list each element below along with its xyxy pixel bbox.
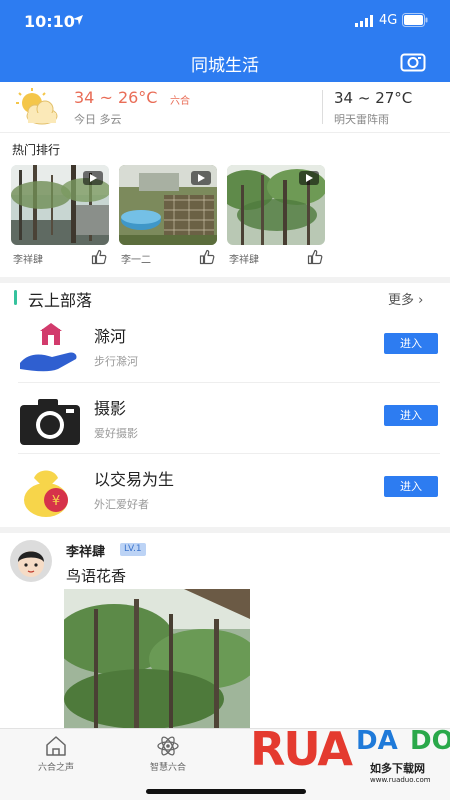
tribe-subtitle: 步行滁河 — [94, 355, 138, 368]
page-title: 同城生活 — [191, 56, 259, 76]
atom-icon — [157, 736, 179, 756]
watermark-url: www.ruaduo.com — [370, 776, 431, 784]
tab-label: 智慧六合 — [149, 763, 186, 773]
watermark-brand-right: DO — [410, 726, 450, 756]
home-icon — [46, 736, 66, 756]
avatar[interactable] — [10, 540, 52, 582]
watermark-brand-left: RUA — [250, 722, 353, 776]
video-card[interactable]: 李祥肆 — [227, 165, 325, 266]
section-heading: 热门排行 — [12, 143, 61, 157]
battery-icon — [402, 13, 428, 27]
network-type: 4G — [379, 13, 398, 28]
more-link[interactable]: 更多 › — [388, 289, 423, 308]
video-author: 李祥肆 — [229, 255, 259, 266]
tribe-item[interactable]: ¥ 以交易为生 外汇爱好者 进入 — [0, 456, 450, 526]
row-divider — [18, 382, 440, 383]
video-thumbnail[interactable] — [11, 165, 109, 245]
play-icon — [299, 171, 319, 185]
video-author: 李祥肆 — [13, 255, 43, 266]
watermark-cn: 如多下载网 — [370, 762, 425, 775]
enter-button[interactable]: 进入 — [384, 476, 438, 497]
cloud-tribe-section: 云上部落 更多 › 滁河 步行滁河 进入 摄影 爱好摄影 进入 ¥ 以交易为生 … — [0, 283, 450, 527]
thumbs-up-icon[interactable] — [199, 249, 215, 265]
video-card[interactable]: 李祥肆 — [11, 165, 109, 266]
weather-panel[interactable]: 34 ~ 26°C 六合 今日 多云 34 ~ 27°C 明天雷阵雨 — [0, 82, 450, 132]
enter-button[interactable]: 进入 — [384, 333, 438, 354]
partly-cloudy-icon — [16, 88, 58, 125]
tab-label: 六合之声 — [37, 763, 74, 773]
video-thumbnail[interactable] — [227, 165, 325, 245]
level-badge: LV.1 — [120, 543, 146, 556]
status-bar: 10:10 4G — [0, 0, 450, 42]
avatar-image — [10, 540, 52, 582]
watermark-brand-mid: DA — [356, 726, 398, 756]
tab-smart[interactable]: 智慧六合 — [128, 735, 208, 773]
watermark: RUA DA DO 如多下载网 www.ruaduo.com — [250, 718, 450, 800]
row-divider — [18, 453, 440, 454]
thumbs-up-icon[interactable] — [307, 249, 323, 265]
hot-ranking-section: 热门排行 李祥肆 李一二 李祥肆 — [0, 132, 450, 277]
tribe-subtitle: 外汇爱好者 — [94, 498, 149, 511]
enter-button[interactable]: 进入 — [384, 405, 438, 426]
video-card[interactable]: 李一二 — [119, 165, 217, 266]
section-heading: 云上部落 — [28, 291, 93, 310]
tribe-name: 滁河 — [94, 327, 127, 346]
video-author: 李一二 — [121, 255, 151, 266]
today-temperature: 34 ~ 26°C — [74, 88, 158, 107]
weather-location: 六合 — [170, 96, 190, 107]
post-username[interactable]: 李祥肆 — [66, 541, 105, 560]
feed-post[interactable]: 李祥肆 LV.1 鸟语花香 — [0, 533, 450, 728]
tab-voice[interactable]: 六合之声 — [16, 735, 96, 773]
tribe-name: 以交易为生 — [94, 470, 175, 489]
weather-divider — [322, 90, 323, 124]
play-icon — [83, 171, 103, 185]
signal-icon — [355, 15, 373, 27]
tomorrow-temperature: 34 ~ 27°C — [334, 89, 413, 107]
tribe-item[interactable]: 摄影 爱好摄影 进入 — [0, 385, 450, 455]
camera-icon[interactable] — [400, 51, 426, 73]
tribe-item[interactable]: 滁河 步行滁河 进入 — [0, 313, 450, 383]
thumbs-up-icon[interactable] — [91, 249, 107, 265]
camera-icon — [20, 399, 80, 445]
post-photo[interactable] — [64, 589, 250, 728]
video-thumbnail[interactable] — [119, 165, 217, 245]
today-description: 今日 多云 — [74, 113, 122, 126]
nav-bar: 同城生活 — [0, 42, 450, 82]
tribe-subtitle: 爱好摄影 — [94, 427, 138, 440]
location-arrow-icon — [73, 15, 83, 25]
section-accent-bar — [14, 290, 17, 305]
tribe-name: 摄影 — [94, 399, 127, 418]
tomorrow-description: 明天雷阵雨 — [334, 113, 389, 126]
river-hand-icon — [20, 323, 77, 372]
svg-text:¥: ¥ — [52, 494, 60, 509]
money-bag-icon: ¥ — [24, 470, 68, 517]
play-icon — [191, 171, 211, 185]
status-time: 10:10 — [24, 12, 75, 31]
post-text: 鸟语花香 — [66, 567, 127, 585]
